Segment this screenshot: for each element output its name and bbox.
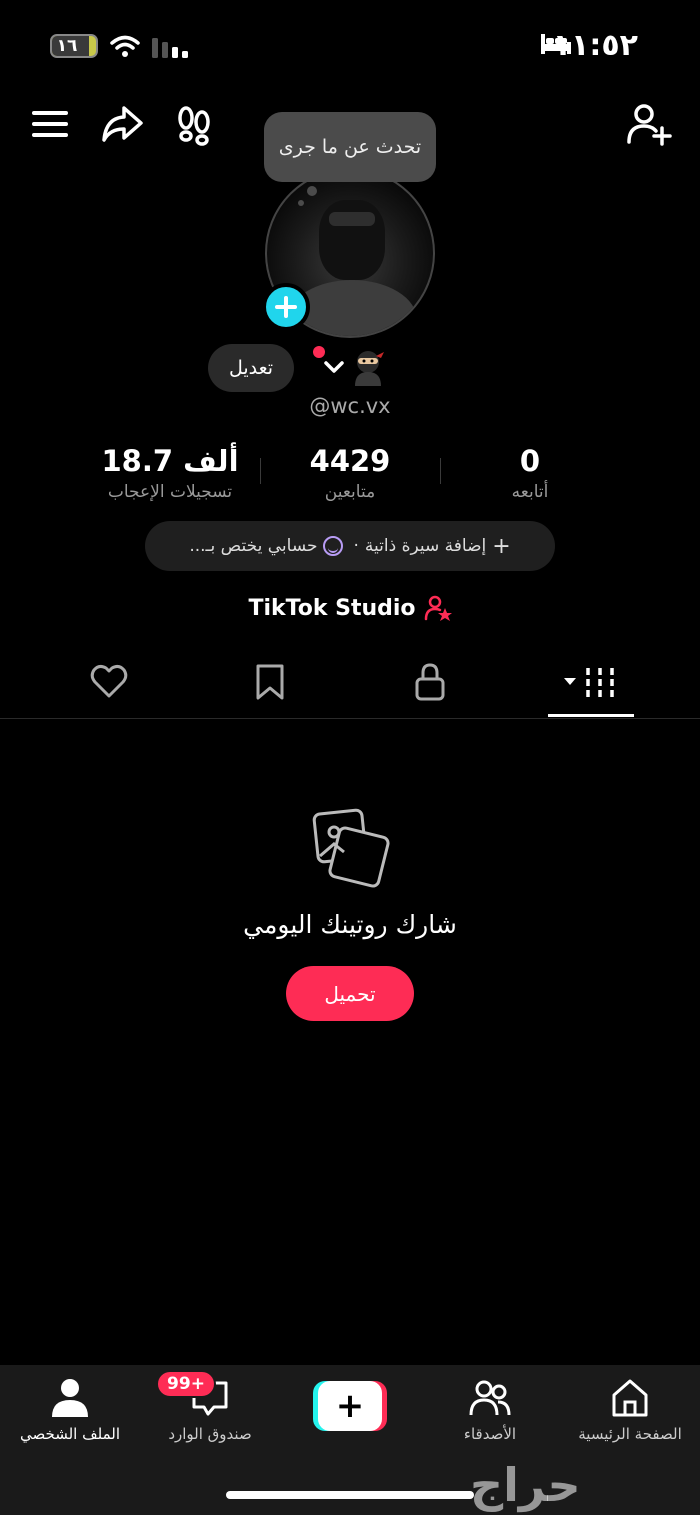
home-indicator[interactable]	[226, 1491, 474, 1499]
add-bio-label: إضافة سيرة ذاتية	[364, 536, 487, 556]
plus-icon	[275, 296, 297, 318]
likes-label: تسجيلات الإعجاب	[107, 482, 233, 502]
following-stat[interactable]: 0 أتابعه	[430, 444, 630, 502]
chevron-down-icon[interactable]	[322, 358, 346, 376]
heart-icon	[90, 664, 128, 698]
likes-stat: 18.7 ألف تسجيلات الإعجاب	[70, 444, 270, 502]
nav-friends-label: الأصدقاء	[463, 1425, 517, 1443]
photos-icon	[312, 808, 390, 888]
footprints-icon	[178, 106, 210, 146]
status-time: ١١:٥٢	[552, 28, 638, 63]
following-count: 0	[519, 444, 541, 478]
followers-count: 4429	[309, 444, 391, 478]
avatar-eyes	[329, 212, 375, 226]
plus-icon: +	[492, 533, 511, 559]
studio-label: TikTok Studio	[248, 595, 416, 621]
smile-icon	[322, 536, 343, 556]
tab-private[interactable]	[410, 660, 450, 704]
likes-count: 18.7 ألف	[101, 444, 239, 478]
profile-person-icon	[52, 1379, 88, 1417]
note-bubble[interactable]: تحدث عن ما جرى	[264, 112, 436, 182]
notification-dot	[313, 346, 325, 358]
following-label: أتابعه	[511, 482, 549, 502]
wifi-icon	[110, 35, 140, 57]
grid-icon	[564, 668, 614, 698]
inbox-badge: 99+	[156, 1370, 216, 1398]
nav-profile[interactable]: الملف الشخصي	[0, 1375, 140, 1455]
nav-inbox-label: صندوق الوارد	[168, 1425, 252, 1443]
edit-profile-button[interactable]: تعديل	[208, 344, 294, 392]
add-bio-button[interactable]: + إضافة سيرة ذاتية · حسابي يختص بـ...	[145, 521, 555, 571]
share-arrow-icon	[102, 106, 143, 142]
bubble-tail-dot	[298, 200, 304, 206]
signal-icon	[152, 38, 188, 58]
active-tab-indicator	[548, 714, 634, 717]
create-button[interactable]: +	[313, 1381, 387, 1431]
username-handle: @wc.vx	[309, 394, 391, 418]
tab-liked[interactable]	[89, 660, 129, 704]
add-person-icon	[627, 104, 672, 146]
tab-videos[interactable]	[560, 660, 620, 704]
bookmark-icon	[256, 664, 284, 700]
tab-divider	[0, 718, 700, 719]
bubble-tail-dot	[307, 186, 317, 196]
nav-friends[interactable]: الأصدقاء	[420, 1375, 560, 1455]
home-icon	[612, 1379, 648, 1417]
hamburger-icon	[32, 111, 68, 137]
nav-home-label: الصفحة الرئيسية	[578, 1425, 682, 1443]
haraj-watermark: حراج	[470, 1458, 581, 1512]
add-story-button[interactable]	[262, 283, 310, 331]
tiktok-studio-link[interactable]: TikTok Studio	[0, 594, 700, 622]
battery-indicator: ١٦	[50, 34, 98, 58]
ninja-emoji-icon	[355, 351, 384, 386]
tab-favorites[interactable]	[250, 660, 290, 704]
bio-separator: ·	[353, 536, 359, 556]
empty-state-title: شارك روتينك اليومي	[243, 910, 457, 939]
add-friend-button[interactable]	[624, 100, 672, 148]
followers-stat[interactable]: 4429 متابعين	[250, 444, 450, 502]
create-plus-icon: +	[318, 1381, 382, 1431]
lock-icon	[415, 663, 445, 701]
creator-star-icon	[424, 595, 452, 621]
bio-prompt: حسابي يختص بـ...	[189, 536, 318, 556]
nav-home[interactable]: الصفحة الرئيسية	[560, 1375, 700, 1455]
upload-button[interactable]: تحميل	[286, 966, 414, 1021]
battery-text: ١٦	[56, 36, 78, 56]
profile-views-button[interactable]	[170, 100, 218, 148]
nav-profile-label: الملف الشخصي	[20, 1425, 120, 1443]
followers-label: متابعين	[324, 482, 376, 502]
share-profile-button[interactable]	[98, 100, 146, 148]
menu-button[interactable]	[26, 100, 74, 148]
friends-icon	[469, 1380, 511, 1416]
